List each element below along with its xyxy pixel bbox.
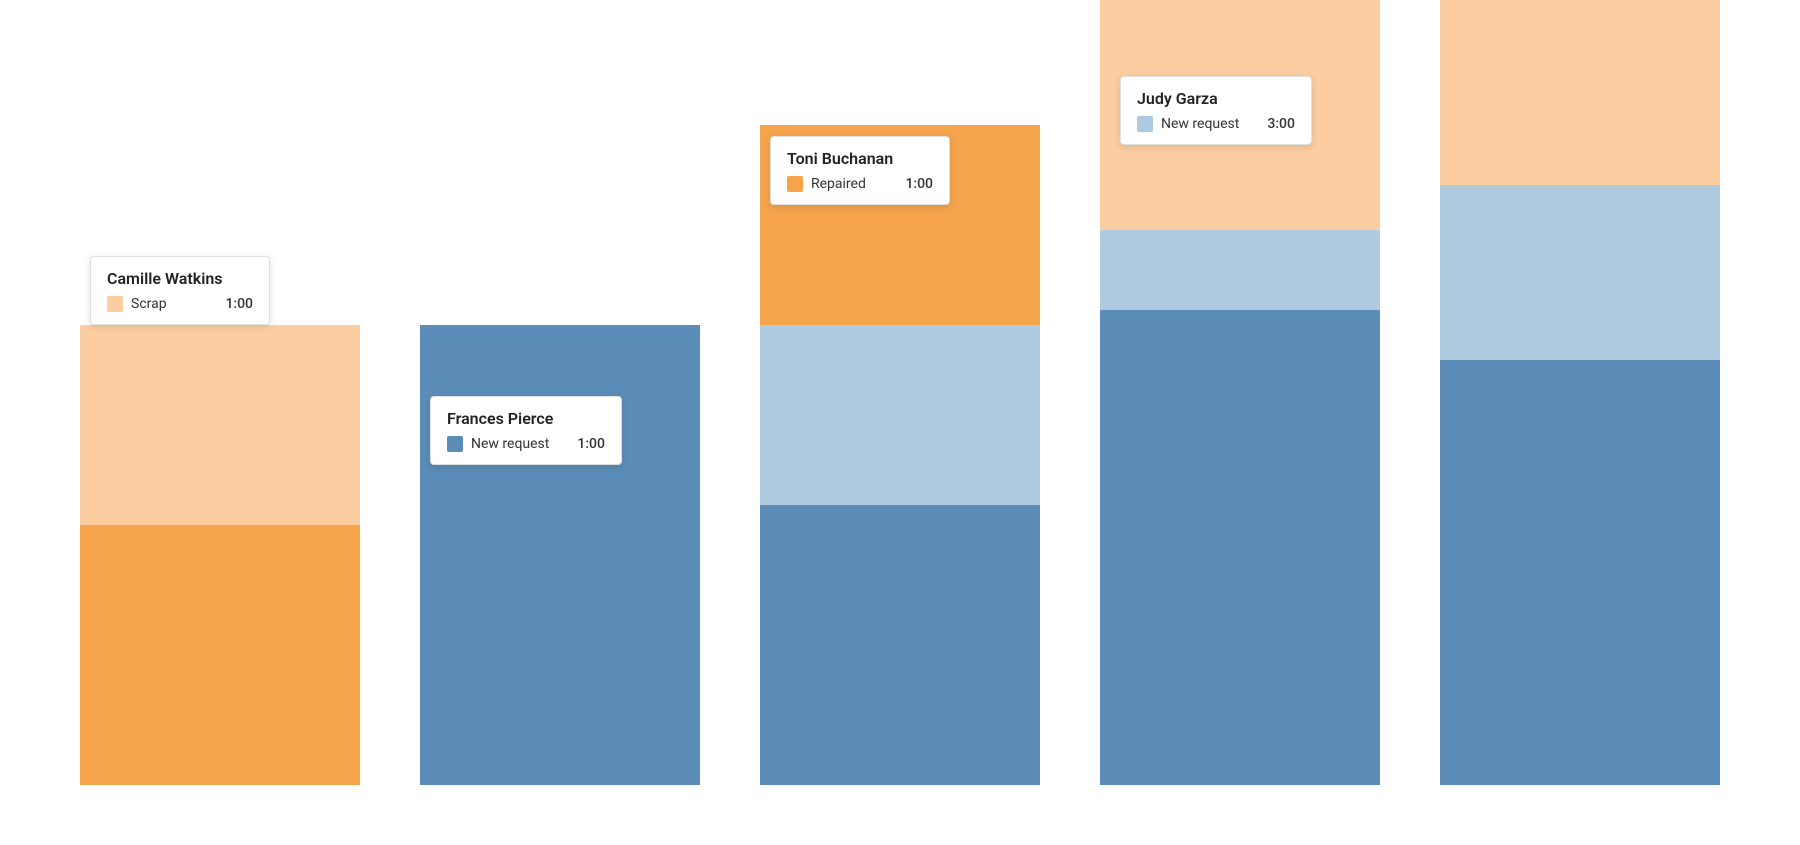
tooltip-label-scrap: Scrap [131,296,197,312]
tooltip-toni-buchanan: Toni Buchanan Repaired 1:00 [770,136,950,205]
bar-stack-camille [80,325,360,785]
tooltip-value-new-request: 3:00 [1267,116,1295,132]
bar-segment-new-request-light [760,325,1040,505]
bar-group-5 [1440,0,1720,785]
tooltip-label-repaired: Repaired [811,176,877,192]
bar-segment-5-mid [1440,185,1720,360]
bar-segment-new-request [420,325,700,785]
tooltip-camille-watkins: Camille Watkins Scrap 1:00 [90,256,270,325]
bar-segment-scrap [80,525,360,785]
tooltip-row-repaired: Repaired 1:00 [787,176,933,192]
tooltip-person-name: Frances Pierce [447,409,605,428]
chart-area: Camille Watkins Scrap 1:00 Frances Pierc… [0,0,1800,845]
bar-segment-5-bot [1440,360,1720,785]
bar-group-frances-pierce: Frances Pierce New request 1:00 [420,325,700,785]
bar-segment-new-request-light [1100,230,1380,310]
bar-group-judy-garza: Judy Garza New request 3:00 [1100,0,1380,785]
tooltip-swatch-scrap [107,296,123,312]
bar-stack-frances [420,325,700,785]
tooltip-label-new-request: New request [1161,116,1239,132]
tooltip-label-new-request: New request [471,436,549,452]
bar-stack-5 [1440,0,1720,785]
tooltip-swatch-new-request [1137,116,1153,132]
bar-segment-scrap-light [80,325,360,525]
tooltip-row-new-request: New request 3:00 [1137,116,1295,132]
tooltip-person-name: Judy Garza [1137,89,1295,108]
bar-group-camille-watkins: Camille Watkins Scrap 1:00 [80,325,360,785]
bar-group-toni-buchanan: Toni Buchanan Repaired 1:00 [760,125,1040,785]
tooltip-swatch-repaired [787,176,803,192]
tooltip-value-repaired: 1:00 [905,176,933,192]
tooltip-person-name: Toni Buchanan [787,149,933,168]
tooltip-frances-pierce: Frances Pierce New request 1:00 [430,396,622,465]
bar-stack-toni [760,125,1040,785]
tooltip-swatch-new-request [447,436,463,452]
bar-segment-new-request-dark [1100,310,1380,785]
tooltip-row-scrap: Scrap 1:00 [107,296,253,312]
tooltip-row-new-request: New request 1:00 [447,436,605,452]
tooltip-person-name: Camille Watkins [107,269,253,288]
tooltip-value-scrap: 1:00 [225,296,253,312]
bar-segment-new-request-dark [760,505,1040,785]
tooltip-judy-garza: Judy Garza New request 3:00 [1120,76,1312,145]
tooltip-value-new-request: 1:00 [577,436,605,452]
bar-segment-5-top [1440,0,1720,185]
